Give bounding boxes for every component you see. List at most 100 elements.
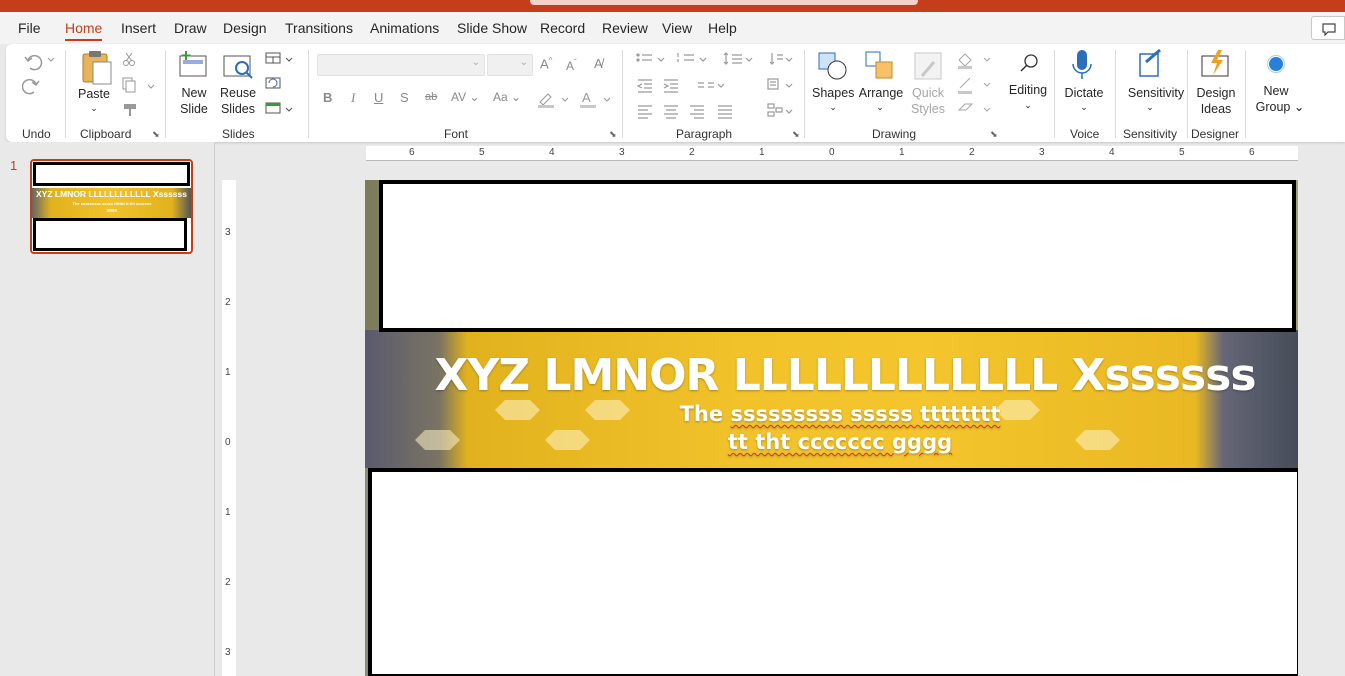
redo-icon[interactable]: [22, 74, 42, 96]
find-icon[interactable]: [1018, 52, 1042, 76]
slide-subtitle-line-2[interactable]: tt tht ccccccc gggg: [365, 430, 1298, 454]
ribbon: Undo Paste ⌄ Clipboard ⬊ New Slide Reuse…: [6, 44, 1345, 142]
bold-icon[interactable]: B: [323, 90, 332, 105]
font-name-combo[interactable]: ⌄: [317, 54, 485, 76]
new-slide-label-1[interactable]: New: [178, 85, 210, 101]
ruler-label: 4: [549, 147, 555, 158]
change-case-icon[interactable]: Aa ⌄: [493, 90, 521, 104]
new-group-label-1[interactable]: New: [1254, 83, 1298, 99]
new-group-label-2[interactable]: Group ⌄: [1252, 99, 1308, 115]
chevron-down-icon[interactable]: ⌄: [1079, 99, 1089, 115]
group-label-clipboard: Clipboard: [80, 127, 132, 141]
group-label-voice: Voice: [1070, 127, 1100, 141]
search-box[interactable]: [530, 0, 918, 5]
quick-styles-icon[interactable]: [912, 50, 946, 82]
tab-transitions[interactable]: Transitions: [285, 20, 353, 36]
editing-label[interactable]: Editing: [1004, 82, 1052, 98]
chevron-down-icon[interactable]: ⌄: [1023, 97, 1033, 113]
paragraph-tools: [636, 52, 793, 119]
italic-icon[interactable]: I: [351, 90, 355, 106]
separator: [65, 50, 66, 138]
quick-styles-label-2[interactable]: Styles: [902, 101, 954, 117]
dialog-launcher-icon[interactable]: ⬊: [792, 129, 800, 140]
tab-review[interactable]: Review: [602, 20, 648, 36]
design-ideas-label-2[interactable]: Ideas: [1196, 101, 1236, 117]
sensitivity-icon[interactable]: [1136, 48, 1166, 80]
chevron-down-icon: ⌄: [471, 57, 480, 68]
top-text-box[interactable]: [379, 180, 1296, 332]
ruler-label: 5: [479, 147, 485, 158]
layout-icon: [265, 52, 293, 64]
slide-canvas[interactable]: XYZ LMNOR LLLLLLLLLLLL Xssssss The sssss…: [365, 180, 1298, 676]
ruler-label: 1: [899, 147, 905, 158]
ruler-label: 3: [225, 647, 231, 658]
character-spacing-icon[interactable]: AV ⌄: [451, 90, 480, 104]
reuse-slides-label-2[interactable]: Slides: [220, 101, 256, 117]
slide-number: 1: [10, 158, 18, 173]
tab-slide-show[interactable]: Slide Show: [457, 20, 527, 36]
font-color-icon[interactable]: A: [578, 88, 612, 110]
shape-effects-icon: [957, 103, 991, 112]
bottom-text-box[interactable]: [368, 468, 1298, 676]
vertical-ruler[interactable]: 3 2 1 0 1 2 3: [222, 180, 236, 676]
align-center-icon: [664, 105, 678, 119]
cut-icon: [123, 52, 135, 66]
reuse-slides-icon[interactable]: [222, 50, 256, 82]
tab-record[interactable]: Record: [540, 20, 585, 36]
quick-styles-label-1[interactable]: Quick: [906, 85, 950, 101]
shrink-font-icon[interactable]: Aˇ: [566, 58, 577, 73]
font-size-combo[interactable]: ⌄: [487, 54, 533, 76]
tab-insert[interactable]: Insert: [121, 20, 156, 36]
grow-font-icon[interactable]: A^: [540, 56, 552, 71]
microphone-icon[interactable]: [1070, 48, 1094, 84]
tab-draw[interactable]: Draw: [174, 20, 207, 36]
tab-file[interactable]: File: [18, 20, 41, 36]
paste-icon[interactable]: [80, 50, 114, 86]
slide-title[interactable]: XYZ LMNOR LLLLLLLLLLLL Xssssss: [365, 350, 1298, 401]
ruler-label: 3: [225, 227, 231, 238]
dialog-launcher-icon[interactable]: ⬊: [152, 129, 160, 140]
chevron-down-icon[interactable]: ⌄: [875, 99, 885, 115]
shapes-icon[interactable]: [816, 50, 850, 82]
chevron-down-icon[interactable]: ⌄: [828, 99, 838, 115]
reset-icon: [265, 77, 281, 89]
ruler-label: 1: [225, 367, 231, 378]
shadow-icon[interactable]: S: [400, 90, 409, 105]
reuse-slides-label-1[interactable]: Reuse: [220, 85, 256, 101]
ruler-label: 5: [1179, 147, 1185, 158]
underline-icon[interactable]: U: [374, 90, 383, 105]
new-slide-label-2[interactable]: Slide: [174, 101, 214, 117]
tab-home[interactable]: Home: [65, 20, 103, 41]
new-slide-icon[interactable]: [178, 50, 210, 82]
tab-design[interactable]: Design: [223, 20, 267, 36]
increase-indent-icon: [663, 79, 678, 93]
chevron-down-icon[interactable]: ⌄: [1145, 99, 1155, 115]
comments-button[interactable]: [1311, 16, 1345, 40]
tab-animations[interactable]: Animations: [370, 20, 439, 36]
arrange-icon[interactable]: [864, 50, 898, 82]
group-label-undo: Undo: [22, 127, 51, 141]
horizontal-ruler[interactable]: 6 5 4 3 2 1 0 1 2 3 4 5 6: [366, 146, 1298, 161]
sensitivity-label[interactable]: Sensitivity: [1118, 85, 1194, 101]
numbering-icon: [677, 53, 707, 62]
chevron-down-icon[interactable]: ⌄: [88, 100, 100, 116]
columns-icon: [698, 82, 725, 88]
ruler-label: 3: [619, 147, 625, 158]
new-group-icon[interactable]: [1266, 54, 1286, 74]
separator: [308, 50, 309, 138]
separator: [622, 50, 623, 138]
tab-view[interactable]: View: [662, 20, 692, 36]
slide-subtitle-line-1[interactable]: The sssssssss sssss tttttttt: [365, 402, 1298, 426]
slide-thumbnail[interactable]: XYZ LMNOR LLLLLLLLLLLL Xssssss The sssss…: [30, 159, 193, 254]
chevron-down-icon: ⌄: [519, 57, 528, 68]
clear-formatting-icon[interactable]: A̸: [594, 56, 603, 71]
copy-icon: [122, 77, 155, 93]
tab-help[interactable]: Help: [708, 20, 737, 36]
dialog-launcher-icon[interactable]: ⬊: [609, 129, 617, 140]
design-ideas-label-1[interactable]: Design: [1194, 85, 1238, 101]
ruler-label: 2: [225, 577, 231, 588]
highlight-color-icon[interactable]: [536, 88, 570, 110]
dialog-launcher-icon[interactable]: ⬊: [990, 129, 998, 140]
strikethrough-icon[interactable]: ab: [425, 91, 437, 103]
design-ideas-icon[interactable]: [1200, 48, 1234, 80]
